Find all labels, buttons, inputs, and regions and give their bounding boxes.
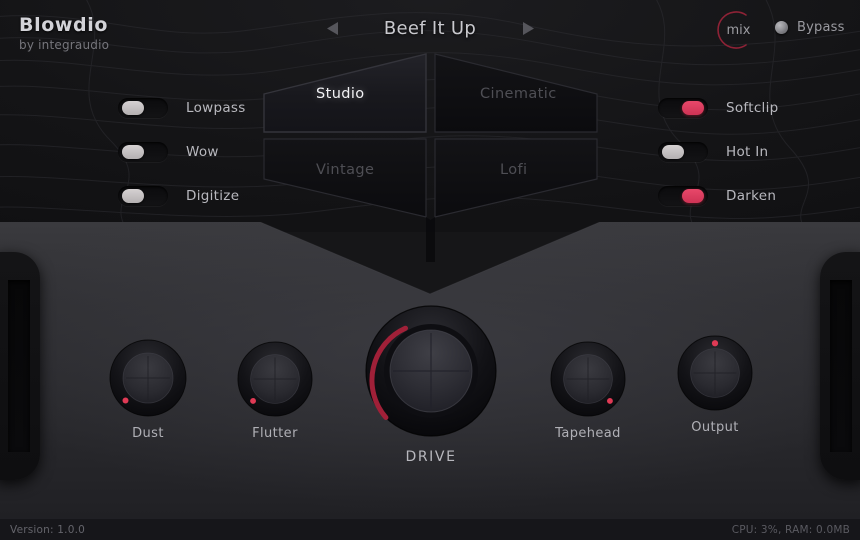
left-toggle-group: Lowpass Wow Digitize xyxy=(118,96,246,208)
character-preset-cluster: Studio Cinematic Vintage Lofi xyxy=(258,48,603,262)
preset-name-display[interactable]: Beef It Up xyxy=(342,18,518,39)
toggle-thumb xyxy=(662,145,684,159)
toggle-wow[interactable] xyxy=(118,142,168,162)
triangle-left-icon xyxy=(326,21,339,36)
bypass-control[interactable]: Bypass xyxy=(775,20,845,35)
toggle-thumb xyxy=(682,101,704,115)
right-toggle-group: Softclip Hot In Darken xyxy=(658,96,779,208)
preset-navigator: Beef It Up xyxy=(322,12,538,44)
knob-output[interactable] xyxy=(676,334,754,412)
knob-unit-dust: Dust xyxy=(108,338,188,441)
knob-label-dust: Dust xyxy=(132,426,164,441)
preset-next-button[interactable] xyxy=(518,17,538,39)
knob-label-output: Output xyxy=(691,420,739,435)
toggle-lowpass[interactable] xyxy=(118,98,168,118)
toggle-darken[interactable] xyxy=(658,186,708,206)
knob-dust[interactable] xyxy=(108,338,188,418)
version-text: Version: 1.0.0 xyxy=(10,523,86,536)
toggle-row-lowpass: Lowpass xyxy=(118,96,246,120)
toggle-row-darken: Darken xyxy=(658,184,779,208)
brand-name: Blowdio xyxy=(19,14,108,36)
toggle-label-lowpass: Lowpass xyxy=(186,100,246,116)
toggle-label-darken: Darken xyxy=(726,188,777,204)
toggle-label-softclip: Softclip xyxy=(726,100,779,116)
status-bar: Version: 1.0.0 CPU: 3%, RAM: 0.0MB xyxy=(0,518,860,540)
knob-tapehead[interactable] xyxy=(549,340,627,418)
toggle-row-hot-in: Hot In xyxy=(658,140,779,164)
knob-label-tapehead: Tapehead xyxy=(555,426,621,441)
preset-hex-vintage-shape xyxy=(263,138,427,218)
bypass-led-icon[interactable] xyxy=(775,21,788,34)
input-meter-pod xyxy=(0,252,40,480)
mix-knob-label: mix xyxy=(726,22,751,38)
preset-hex-lofi-shape xyxy=(434,138,598,218)
preset-hex-studio-shape xyxy=(263,53,427,133)
triangle-right-icon xyxy=(522,21,535,36)
toggle-row-softclip: Softclip xyxy=(658,96,779,120)
preset-hex-cinematic-shape xyxy=(434,53,598,133)
preset-prev-button[interactable] xyxy=(322,17,342,39)
knob-unit-output: Output xyxy=(676,334,754,435)
brand-tagline: by integraudio xyxy=(19,38,110,52)
knob-flutter[interactable] xyxy=(236,340,314,418)
toggle-digitize[interactable] xyxy=(118,186,168,206)
plugin-window: Blowdio by integraudio Beef It Up mix By… xyxy=(0,0,860,540)
bypass-label: Bypass xyxy=(797,20,845,35)
toggle-thumb xyxy=(122,101,144,115)
knob-unit-drive: DRIVE xyxy=(358,305,504,465)
input-level-meter xyxy=(8,280,30,452)
resource-usage-text: CPU: 3%, RAM: 0.0MB xyxy=(731,523,850,536)
toggle-thumb xyxy=(122,145,144,159)
toggle-label-wow: Wow xyxy=(186,144,219,160)
toggle-row-wow: Wow xyxy=(118,140,246,164)
knob-unit-flutter: Flutter xyxy=(236,340,314,441)
toggle-thumb xyxy=(682,189,704,203)
toggle-softclip[interactable] xyxy=(658,98,708,118)
toggle-label-hot-in: Hot In xyxy=(726,144,769,160)
knob-unit-tapehead: Tapehead xyxy=(549,340,627,441)
output-level-meter xyxy=(830,280,852,452)
knob-label-drive: DRIVE xyxy=(405,449,457,465)
knob-label-flutter: Flutter xyxy=(252,426,298,441)
toggle-label-digitize: Digitize xyxy=(186,188,240,204)
toggle-row-digitize: Digitize xyxy=(118,184,246,208)
toggle-thumb xyxy=(122,189,144,203)
mix-knob[interactable]: mix xyxy=(706,8,762,52)
toggle-hot-in[interactable] xyxy=(658,142,708,162)
brand-block: Blowdio by integraudio xyxy=(19,14,109,52)
knob-drive[interactable] xyxy=(358,305,504,437)
output-meter-pod xyxy=(820,252,860,480)
